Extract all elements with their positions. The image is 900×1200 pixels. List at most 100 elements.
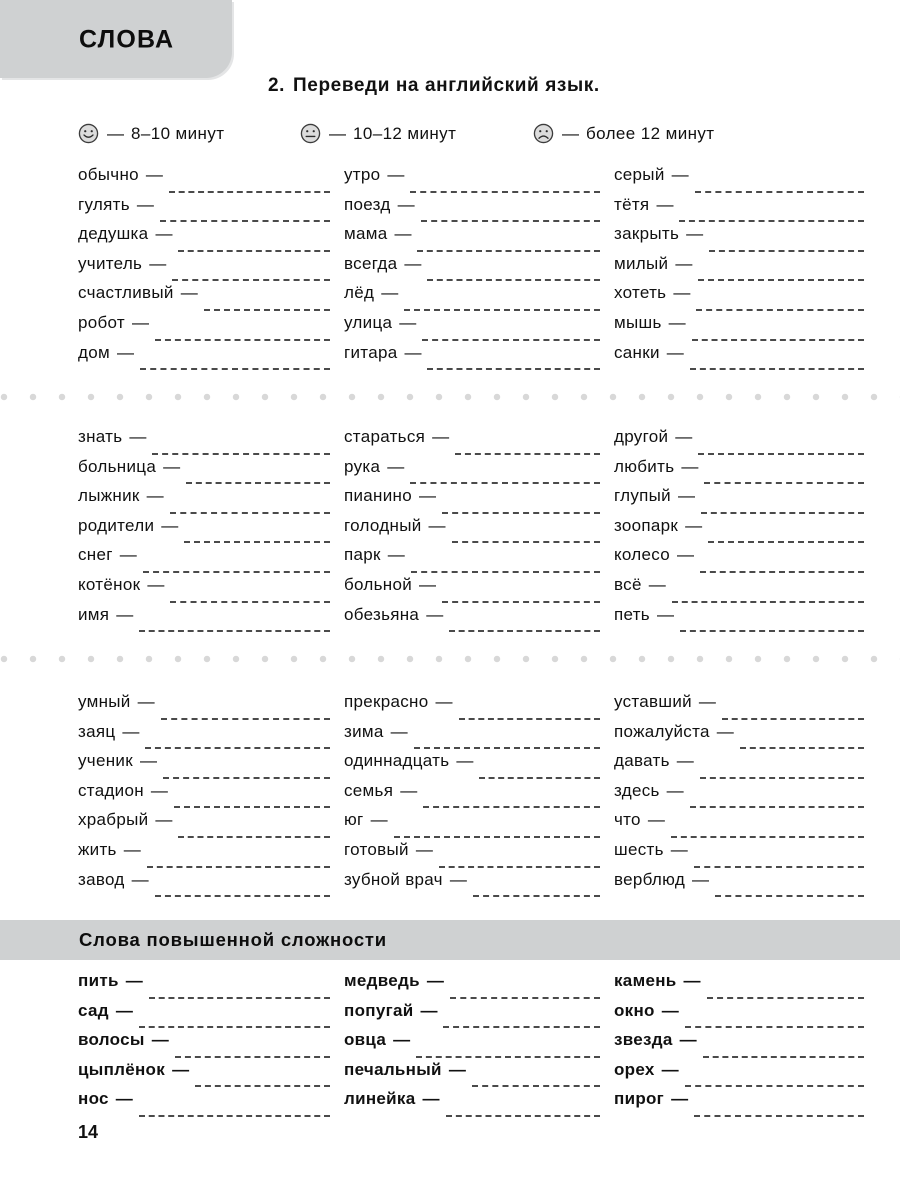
answer-blank[interactable]	[155, 328, 330, 341]
answer-blank[interactable]	[684, 1015, 864, 1028]
answer-blank[interactable]	[472, 884, 600, 898]
word-row: нос —	[78, 1089, 330, 1119]
answer-blank[interactable]	[706, 986, 864, 999]
answer-blank[interactable]	[159, 209, 330, 223]
answer-blank[interactable]	[704, 471, 864, 485]
answer-blank[interactable]	[679, 209, 864, 223]
source-word: сад	[78, 1000, 109, 1020]
answer-blank[interactable]	[699, 766, 864, 779]
answer-blank[interactable]	[184, 530, 330, 544]
legend-dash: —	[562, 123, 579, 143]
answer-blank[interactable]	[160, 707, 330, 720]
source-word: готовый	[344, 839, 409, 859]
answer-blank[interactable]	[410, 180, 600, 193]
word-row: печальный —	[344, 1060, 600, 1090]
answer-blank[interactable]	[154, 884, 330, 898]
answer-blank[interactable]	[152, 442, 330, 455]
answer-blank[interactable]	[423, 795, 600, 809]
answer-blank[interactable]	[694, 180, 864, 193]
answer-blank[interactable]	[404, 298, 600, 311]
answer-blank[interactable]	[427, 357, 600, 371]
answer-blank[interactable]	[178, 239, 330, 252]
answer-blank[interactable]	[708, 530, 864, 544]
answer-blank[interactable]	[170, 590, 330, 603]
answer-blank[interactable]	[142, 560, 330, 573]
answer-blank[interactable]	[393, 825, 600, 838]
word-row: тётя —	[614, 195, 864, 225]
answer-blank[interactable]	[162, 766, 330, 779]
answer-blank[interactable]	[139, 619, 330, 633]
answer-blank[interactable]	[696, 298, 864, 311]
answer-blank[interactable]	[195, 1074, 330, 1087]
answer-blank[interactable]	[417, 239, 600, 252]
answer-blank[interactable]	[416, 1045, 600, 1058]
answer-blank[interactable]	[679, 619, 864, 633]
answer-blank[interactable]	[445, 1104, 600, 1117]
answer-blank[interactable]	[693, 855, 864, 868]
answer-blank[interactable]	[715, 884, 864, 898]
answer-blank[interactable]	[671, 590, 864, 603]
answer-blank[interactable]	[709, 239, 864, 252]
answer-blank[interactable]	[422, 328, 600, 341]
answer-blank[interactable]	[702, 1045, 864, 1058]
answer-blank[interactable]	[441, 501, 600, 514]
answer-blank[interactable]	[694, 1104, 864, 1117]
answer-blank[interactable]	[689, 795, 864, 809]
answer-blank[interactable]	[148, 986, 330, 999]
answer-blank[interactable]	[420, 209, 600, 223]
source-word: поезд	[344, 194, 391, 214]
answer-blank[interactable]	[168, 180, 330, 193]
answer-blank[interactable]	[138, 1015, 330, 1028]
em-dash: —	[116, 342, 134, 362]
source-word: больница	[78, 456, 157, 476]
source-word: волосы	[78, 1030, 145, 1049]
answer-blank[interactable]	[410, 471, 600, 485]
answer-blank[interactable]	[139, 357, 330, 371]
em-dash: —	[151, 1030, 169, 1049]
answer-blank[interactable]	[186, 471, 330, 485]
source-word: печальный	[344, 1059, 442, 1079]
answer-blank[interactable]	[443, 1015, 600, 1028]
answer-blank[interactable]	[670, 825, 864, 838]
answer-blank[interactable]	[178, 825, 330, 838]
answer-blank[interactable]	[458, 707, 600, 720]
answer-blank[interactable]	[455, 442, 600, 455]
answer-blank[interactable]	[700, 560, 864, 573]
answer-blank[interactable]	[146, 855, 330, 868]
answer-blank[interactable]	[438, 855, 600, 868]
answer-blank[interactable]	[721, 707, 864, 720]
answer-blank[interactable]	[169, 501, 330, 514]
source-word: камень	[614, 971, 677, 990]
answer-blank[interactable]	[700, 501, 864, 514]
word-row: любить —	[614, 457, 864, 487]
answer-blank[interactable]	[689, 357, 864, 371]
answer-blank[interactable]	[684, 1074, 864, 1087]
em-dash: —	[679, 1030, 697, 1049]
answer-blank[interactable]	[427, 268, 600, 282]
answer-blank[interactable]	[449, 619, 600, 633]
answer-blank[interactable]	[698, 442, 864, 455]
answer-blank[interactable]	[173, 795, 330, 809]
answer-blank[interactable]	[698, 268, 864, 282]
answer-blank[interactable]	[691, 328, 864, 341]
answer-blank[interactable]	[479, 766, 600, 779]
answer-blank[interactable]	[449, 986, 600, 999]
answer-blank[interactable]	[172, 268, 330, 282]
answer-blank[interactable]	[174, 1045, 330, 1058]
answer-blank[interactable]	[739, 736, 864, 750]
answer-blank[interactable]	[203, 298, 330, 311]
source-word: всегда	[344, 253, 398, 273]
answer-blank[interactable]	[471, 1074, 600, 1087]
answer-blank[interactable]	[451, 530, 600, 544]
answer-blank[interactable]	[138, 1104, 330, 1117]
word-row: линейка —	[344, 1089, 600, 1119]
answer-blank[interactable]	[413, 736, 600, 750]
source-word: умный	[78, 692, 131, 711]
answer-blank[interactable]	[442, 590, 600, 603]
answer-blank[interactable]	[410, 560, 600, 573]
answer-blank[interactable]	[145, 736, 330, 750]
em-dash: —	[137, 692, 155, 711]
source-word: знать	[78, 427, 123, 446]
word-row: имя —	[78, 605, 330, 635]
em-dash: —	[131, 869, 149, 889]
